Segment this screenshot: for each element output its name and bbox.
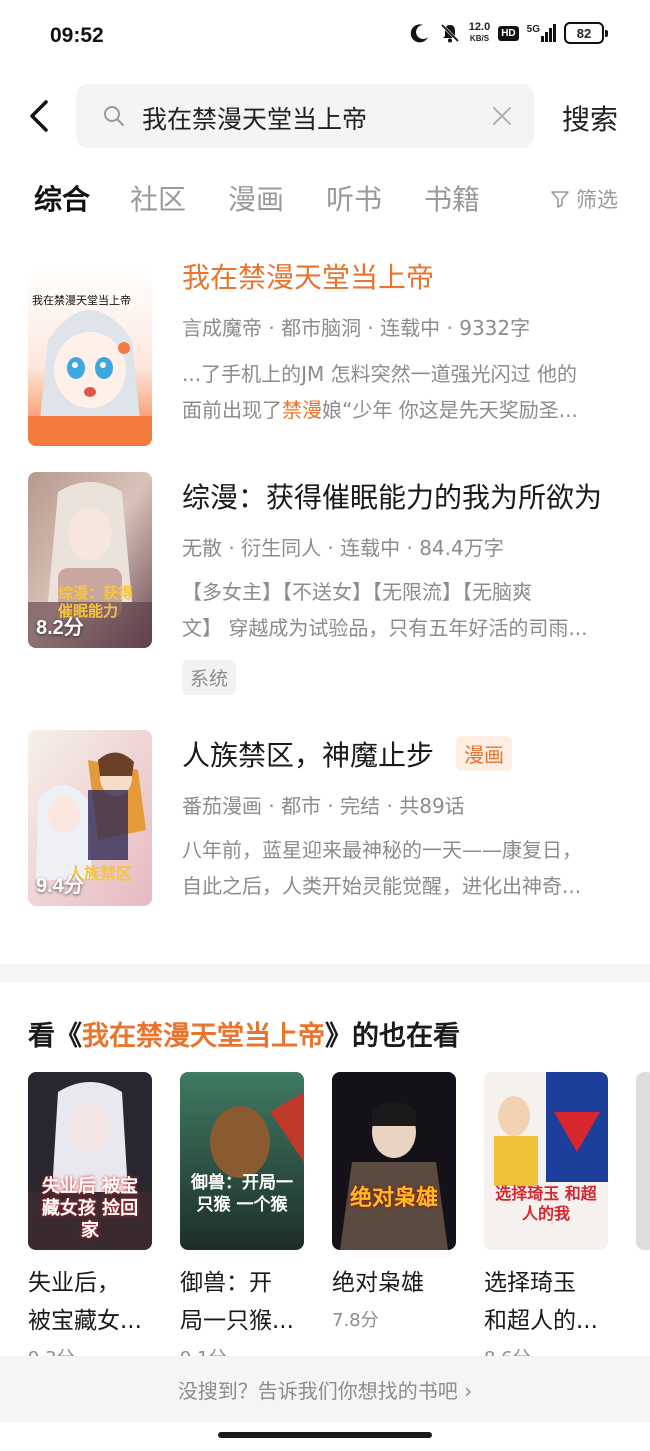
comic-type-tag: 漫画 [456, 736, 512, 771]
result-meta: 言成魔帝 · 都市脑洞 · 连载中 · 9332字 [182, 316, 531, 340]
recommended-name: 御兽：开 局一只猴... [180, 1270, 294, 1334]
result-description: 【多女主】【不送女】【无限流】【无脑爽 文】 穿越成为试验品，只有五年好活的司雨… [182, 580, 588, 640]
tab-comics[interactable]: 漫画 [228, 178, 284, 218]
tab-audiobooks[interactable]: 听书 [326, 178, 382, 218]
recommended-cover[interactable]: 绝对枭雄 [332, 1072, 456, 1250]
result-title[interactable]: 我在禁漫天堂当上帝 [182, 256, 434, 296]
section-divider [0, 964, 650, 982]
search-query-text: 我在禁漫天堂当上帝 [142, 105, 368, 134]
feedback-bar[interactable]: 没搜到？告诉我们你想找的书吧 › [0, 1356, 650, 1422]
search-button[interactable]: 搜索 [562, 98, 618, 138]
recommended-name: 失业后， 被宝藏女... [28, 1270, 142, 1334]
result-meta: 番茄漫画 · 都市 · 完结 · 共89话 [182, 794, 465, 818]
cover-caption: 我在禁漫天堂当上帝 [32, 294, 131, 307]
filter-icon [551, 191, 569, 208]
cover-caption: 御兽：开局一只猴 一个猴 [191, 1173, 293, 1215]
result-description: ...了手机上的JM 怎料突然一道强光闪过 他的 面前出现了禁漫娘“少年 你这是… [182, 362, 578, 422]
recommended-score: 7.8分 [332, 1310, 379, 1331]
cover-caption: 绝对枭雄 [349, 1186, 438, 1211]
feedback-text[interactable]: 没搜到？告诉我们你想找的书吧 › [178, 1375, 472, 1404]
status-time: 09:52 [50, 24, 104, 47]
network-speed: 12.0 KB/S [468, 21, 491, 44]
recommended-book[interactable]: 失业后 被宝藏女孩 捡回家 失业后， 被宝藏女... 9.3分 [28, 1072, 152, 1370]
recommended-book[interactable]: 御兽：开局一只猴 一个猴 御兽：开 局一只猴... 9.1分 [180, 1072, 304, 1370]
result-title[interactable]: 人族禁区，神魔止步 [182, 734, 434, 774]
recommended-cover[interactable]: 选择琦玉 和超人的我 [484, 1072, 608, 1250]
clear-icon[interactable] [490, 104, 514, 128]
battery-icon: 82 [564, 22, 608, 44]
search-input[interactable]: 我在禁漫天堂当上帝 [76, 84, 534, 148]
hd-badge: HD [498, 25, 519, 41]
tab-books[interactable]: 书籍 [424, 178, 480, 218]
result-title[interactable]: 综漫：获得催眠能力的我为所欲为 [182, 476, 602, 516]
home-indicator[interactable] [218, 1432, 432, 1438]
result-meta: 无散 · 衍生同人 · 连载中 · 84.4万字 [182, 536, 504, 560]
recommended-book[interactable]: 选择琦玉 和超人的我 选择琦玉 和超人的... 8.6分 [484, 1072, 608, 1370]
book-cover-3[interactable]: 人族禁区 9.4分 [28, 730, 152, 906]
category-tabs: 综合 社区 漫画 听书 书籍 筛选 [0, 172, 650, 222]
moon-icon [410, 24, 428, 43]
recommended-name: 选择琦玉 和超人的... [484, 1270, 598, 1334]
mute-bell-icon [440, 23, 459, 43]
book-score: 8.2分 [36, 617, 84, 639]
cover-caption: 选择琦玉 和超人的我 [495, 1184, 597, 1223]
recommended-book[interactable]: 绝对枭雄 绝对枭雄 7.8分 [332, 1072, 456, 1332]
also-watching-list[interactable]: 失业后 被宝藏女孩 捡回家 失业后， 被宝藏女... 9.3分 御兽：开局一只猴… [0, 1072, 650, 1372]
also-watching-title: 看《我在禁漫天堂当上帝》的也在看 [28, 1021, 460, 1052]
recommended-cover[interactable]: 失业后 被宝藏女孩 捡回家 [28, 1072, 152, 1250]
cover-caption: 失业后 被宝藏女孩 捡回家 [41, 1176, 139, 1241]
result-tag[interactable]: 系统 [182, 660, 237, 695]
search-header: 我在禁漫天堂当上帝 搜索 [0, 84, 650, 150]
tab-comprehensive[interactable]: 综合 [34, 178, 90, 218]
signal-icon: 5G [527, 24, 556, 42]
book-cover-1[interactable]: 我在禁漫天堂当上帝 [28, 270, 152, 446]
filter-button[interactable]: 筛选 [550, 184, 618, 214]
recommended-cover[interactable]: 御兽：开局一只猴 一个猴 [180, 1072, 304, 1250]
book-cover-2[interactable]: 综漫：获得催眠能力 8.2分 [28, 472, 152, 648]
status-icons: 12.0 KB/S HD 5G 82 [409, 21, 608, 44]
search-icon [104, 106, 124, 126]
tab-community[interactable]: 社区 [130, 178, 186, 218]
back-arrow-icon[interactable] [22, 96, 56, 136]
result-description: 八年前，蓝星迎来最神秘的一天——康复日， 自此之后，人类开始灵能觉醒，进化出神奇… [182, 838, 582, 898]
status-bar: 09:52 12.0 KB/S HD 5G 82 [0, 0, 650, 76]
recommended-book-partial[interactable] [636, 1072, 650, 1250]
recommended-name: 绝对枭雄 [332, 1270, 424, 1296]
book-score: 9.4分 [36, 875, 84, 897]
